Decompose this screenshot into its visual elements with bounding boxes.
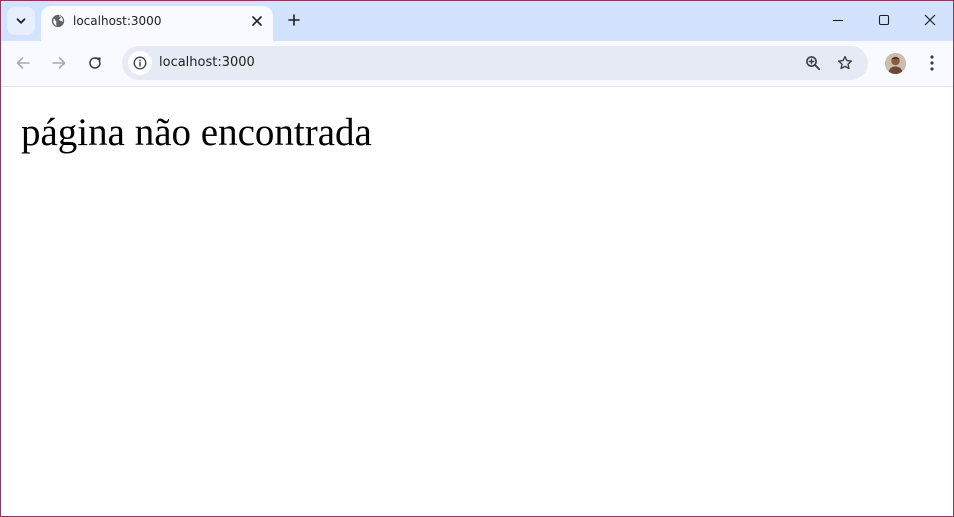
close-window-button[interactable] — [908, 5, 952, 35]
close-icon — [252, 16, 262, 26]
bookmark-button[interactable] — [834, 52, 856, 74]
reload-button[interactable] — [82, 50, 108, 76]
minimize-button[interactable] — [816, 5, 860, 35]
tab-title: localhost:3000 — [73, 14, 162, 28]
tab-active[interactable]: localhost:3000 — [41, 6, 273, 41]
plus-icon — [288, 14, 300, 26]
back-button[interactable] — [10, 50, 36, 76]
tab-search-button[interactable] — [7, 7, 35, 35]
arrow-right-icon — [52, 57, 66, 69]
chevron-down-icon — [16, 18, 26, 24]
maximize-icon — [878, 14, 890, 26]
tab-strip: localhost:3000 — [1, 1, 953, 41]
globe-icon — [51, 14, 65, 28]
url-text[interactable]: localhost:3000 — [159, 54, 255, 72]
page-title: página não encontrada — [21, 111, 372, 154]
site-info-button[interactable] — [128, 51, 152, 75]
reload-icon — [89, 57, 101, 69]
tab-close-button[interactable] — [249, 13, 265, 29]
new-tab-button[interactable] — [283, 9, 305, 31]
address-bar[interactable]: localhost:3000 — [122, 46, 868, 80]
profile-avatar-image — [885, 53, 906, 74]
minimize-icon — [833, 19, 843, 22]
info-icon — [133, 56, 147, 70]
arrow-left-icon — [16, 57, 30, 69]
kebab-menu-icon — [930, 55, 934, 71]
maximize-button[interactable] — [862, 5, 906, 35]
zoom-button[interactable] — [802, 52, 824, 74]
page-content: página não encontrada — [1, 87, 953, 516]
browser-toolbar: localhost:3000 — [1, 41, 953, 87]
star-icon — [838, 55, 852, 70]
close-icon — [924, 14, 936, 26]
browser-menu-button[interactable] — [921, 51, 943, 75]
zoom-in-icon — [806, 56, 821, 71]
avatar[interactable] — [885, 53, 906, 74]
browser-window: localhost:3000 localhost:3000 página não… — [0, 0, 954, 517]
forward-button[interactable] — [46, 50, 72, 76]
